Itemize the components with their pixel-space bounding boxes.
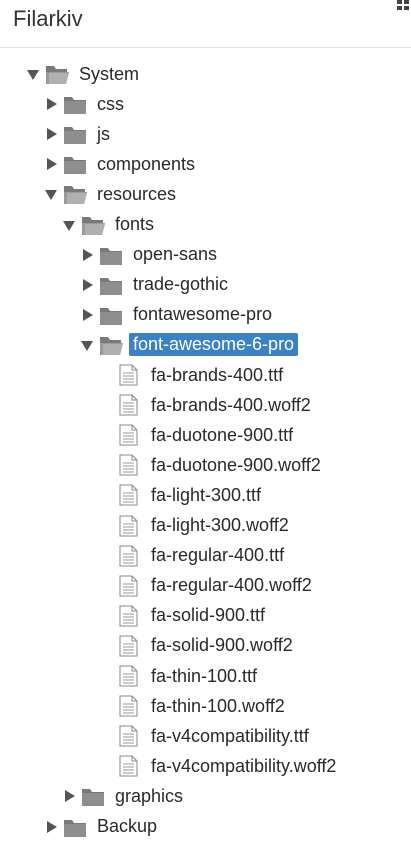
folder-icon [99,274,123,296]
file-icon [117,545,141,567]
expand-arrow-icon[interactable] [62,789,76,803]
expand-arrow-icon[interactable] [80,248,94,262]
tree-file-item[interactable]: fa-duotone-900.woff2 [98,451,325,479]
tree-item-label[interactable]: fa-duotone-900.ttf [147,424,297,447]
expand-arrow-icon[interactable] [44,127,58,141]
tree-item-label[interactable]: fa-light-300.woff2 [147,514,293,537]
expand-arrow-icon[interactable] [80,308,94,322]
collapse-arrow-icon[interactable] [62,218,76,232]
app-header: Filarkiv [0,0,411,48]
file-icon [117,575,141,597]
file-icon [117,484,141,506]
tree-folder-item[interactable]: System [26,60,143,88]
tree-file-item[interactable]: fa-regular-400.ttf [98,542,288,570]
tree-item-label[interactable]: System [75,63,143,86]
file-icon [117,605,141,627]
folder-open-icon [45,63,69,85]
page-title: Filarkiv [13,6,83,31]
file-icon [117,515,141,537]
tree-folder-item[interactable]: font-awesome-6-pro [80,331,299,359]
file-icon [117,725,141,747]
folder-icon [63,123,87,145]
file-icon [117,665,141,687]
tree-item-label[interactable]: fonts [111,213,158,236]
tree-file-item[interactable]: fa-v4compatibility.woff2 [98,752,340,780]
tree-folder-item[interactable]: open-sans [80,241,221,269]
tree-item-label[interactable]: fa-regular-400.woff2 [147,574,316,597]
tree-folder-item[interactable]: css [44,90,128,118]
folder-icon [63,816,87,838]
folder-open-icon [81,214,105,236]
tree-item-label[interactable]: fa-solid-900.ttf [147,604,269,627]
expand-arrow-icon[interactable] [80,278,94,292]
tree-file-item[interactable]: fa-thin-100.woff2 [98,692,289,720]
tree-item-label[interactable]: fontawesome-pro [129,303,276,326]
folder-icon [99,304,123,326]
tree-file-item[interactable]: fa-v4compatibility.ttf [98,722,313,750]
tree-item-label[interactable]: fa-duotone-900.woff2 [147,454,325,477]
tree-item-label[interactable]: Backup [93,815,161,838]
tree-file-item[interactable]: fa-duotone-900.ttf [98,421,297,449]
file-icon [117,394,141,416]
tree-folder-item[interactable]: resources [44,180,180,208]
tree-item-label[interactable]: font-awesome-6-pro [129,333,299,357]
expand-arrow-icon[interactable] [44,157,58,171]
tree-item-label[interactable]: fa-thin-100.ttf [147,665,261,688]
folder-icon [63,93,87,115]
tree-item-label[interactable]: fa-v4compatibility.ttf [147,725,313,748]
tree-item-label[interactable]: js [93,123,114,146]
tree-file-item[interactable]: fa-light-300.ttf [98,481,265,509]
tree-item-label[interactable]: fa-solid-900.woff2 [147,634,297,657]
folder-open-icon [99,334,123,356]
expand-arrow-icon[interactable] [44,97,58,111]
expand-arrow-icon[interactable] [44,820,58,834]
tree-item-label[interactable]: resources [93,183,180,206]
tree-item-label[interactable]: open-sans [129,243,221,266]
tree-file-item[interactable]: fa-light-300.woff2 [98,512,293,540]
file-icon [117,364,141,386]
tree-file-item[interactable]: fa-solid-900.ttf [98,602,269,630]
tree-file-item[interactable]: fa-brands-400.woff2 [98,391,315,419]
folder-icon [99,244,123,266]
tree-item-label[interactable]: fa-brands-400.woff2 [147,394,315,417]
tree-folder-item[interactable]: Backup [44,813,161,841]
folder-open-icon [63,183,87,205]
tree-item-label[interactable]: fa-thin-100.woff2 [147,695,289,718]
collapse-arrow-icon[interactable] [44,187,58,201]
file-icon [117,695,141,717]
file-icon [117,635,141,657]
tree-folder-item[interactable]: js [44,120,114,148]
tree-item-label[interactable]: css [93,93,128,116]
tree-file-item[interactable]: fa-brands-400.ttf [98,361,287,389]
file-icon [117,454,141,476]
grid-icon[interactable] [397,0,411,10]
tree-item-label[interactable]: components [93,153,199,176]
tree-item-label[interactable]: trade-gothic [129,273,232,296]
file-icon [117,755,141,777]
tree-folder-item[interactable]: fonts [62,211,158,239]
tree-item-label[interactable]: fa-light-300.ttf [147,484,265,507]
collapse-arrow-icon[interactable] [80,338,94,352]
tree-item-label[interactable]: fa-v4compatibility.woff2 [147,755,340,778]
tree-item-label[interactable]: graphics [111,785,187,808]
tree-file-item[interactable]: fa-solid-900.woff2 [98,632,297,660]
tree-folder-item[interactable]: fontawesome-pro [80,301,276,329]
tree-item-label[interactable]: fa-regular-400.ttf [147,544,288,567]
folder-icon [63,153,87,175]
tree-file-item[interactable]: fa-thin-100.ttf [98,662,261,690]
tree-item-label[interactable]: fa-brands-400.ttf [147,364,287,387]
tree-folder-item[interactable]: components [44,150,199,178]
tree-file-item[interactable]: fa-regular-400.woff2 [98,572,316,600]
file-icon [117,424,141,446]
folder-icon [81,785,105,807]
tree-folder-item[interactable]: trade-gothic [80,271,232,299]
tree-folder-item[interactable]: graphics [62,782,187,810]
collapse-arrow-icon[interactable] [26,67,40,81]
